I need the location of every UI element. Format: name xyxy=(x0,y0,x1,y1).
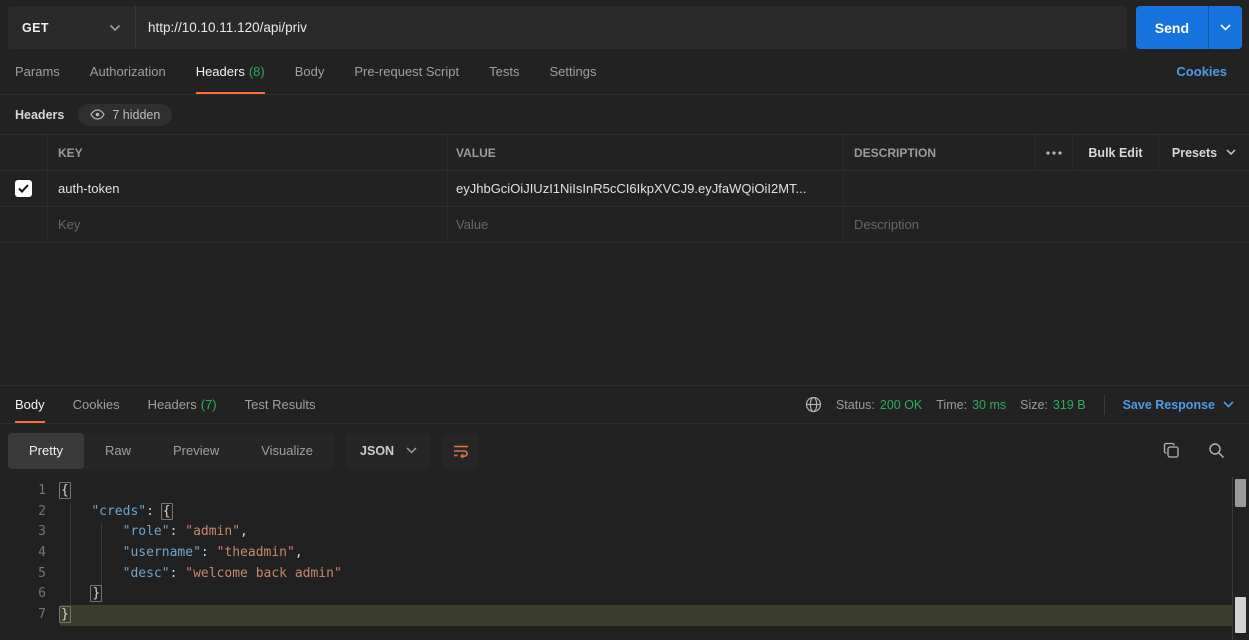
line-number: 5 xyxy=(0,564,60,585)
line-number: 6 xyxy=(0,584,60,605)
format-selector-dropdown[interactable]: JSON xyxy=(346,433,431,469)
method-select[interactable]: GET xyxy=(8,6,136,49)
tab-params[interactable]: Params xyxy=(15,49,60,94)
tab-headers[interactable]: Headers (8) xyxy=(196,49,265,94)
chevron-down-icon xyxy=(1226,149,1236,156)
send-split-button: Send xyxy=(1136,6,1242,49)
save-response-dropdown[interactable]: Save Response xyxy=(1123,398,1234,412)
row-checkbox-cell xyxy=(0,207,47,242)
code-line: 2 "creds": { xyxy=(0,502,1232,523)
response-tools xyxy=(1163,442,1225,459)
line-number: 1 xyxy=(0,481,60,502)
copy-icon[interactable] xyxy=(1163,442,1180,459)
line-number: 2 xyxy=(0,502,60,523)
header-row-empty: Key Value Description xyxy=(0,207,1249,243)
scrollbar-thumb[interactable] xyxy=(1235,479,1246,507)
key-column-header: KEY xyxy=(47,135,447,170)
bulk-edit-button[interactable]: Bulk Edit xyxy=(1072,135,1158,170)
time-pair: Time: 30 ms xyxy=(936,398,1006,412)
tab-tests[interactable]: Tests xyxy=(489,49,519,94)
line-number: 3 xyxy=(0,522,60,543)
response-tab-body[interactable]: Body xyxy=(15,386,45,423)
row-checkbox-checked[interactable] xyxy=(15,180,32,197)
url-input[interactable]: http://10.10.11.120/api/priv xyxy=(136,6,1127,49)
send-button[interactable]: Send xyxy=(1136,6,1208,49)
new-description-input[interactable]: Description xyxy=(843,207,1249,242)
more-actions-button[interactable] xyxy=(1035,135,1072,170)
method-label: GET xyxy=(22,21,49,35)
status-pair: Status: 200 OK xyxy=(836,398,922,412)
globe-icon[interactable] xyxy=(805,396,822,413)
response-tab-test-results[interactable]: Test Results xyxy=(245,386,316,423)
chevron-down-icon xyxy=(1223,401,1234,408)
header-key-cell[interactable]: auth-token xyxy=(47,171,447,206)
headers-subbar: Headers 7 hidden xyxy=(0,95,1249,134)
send-options-button[interactable] xyxy=(1208,6,1242,49)
chevron-down-icon xyxy=(406,447,417,454)
line-number: 7 xyxy=(0,605,60,626)
cookies-link[interactable]: Cookies xyxy=(1176,49,1227,94)
header-description-cell[interactable] xyxy=(843,171,1249,206)
spacer xyxy=(343,386,805,423)
response-topbar: Body Cookies Headers (7) Test Results St… xyxy=(0,385,1249,424)
request-editor-blank-area xyxy=(0,243,1249,385)
hidden-headers-toggle[interactable]: 7 hidden xyxy=(78,104,172,126)
description-column-header: DESCRIPTION xyxy=(843,135,1035,170)
time-badge: 30 ms xyxy=(972,398,1006,412)
divider xyxy=(1104,395,1105,415)
search-icon[interactable] xyxy=(1208,442,1225,459)
row-checkbox-cell xyxy=(0,171,47,206)
scrollbar-thumb[interactable] xyxy=(1235,597,1246,633)
view-tab-raw[interactable]: Raw xyxy=(84,433,152,469)
view-tab-preview[interactable]: Preview xyxy=(152,433,240,469)
checkbox-column-header xyxy=(0,135,47,170)
chevron-down-icon xyxy=(109,24,121,32)
code-line: 4 "username": "theadmin", xyxy=(0,543,1232,564)
code-line: 5 "desc": "welcome back admin" xyxy=(0,564,1232,585)
view-tab-pretty[interactable]: Pretty xyxy=(8,433,84,469)
response-view-toolbar: Pretty Raw Preview Visualize JSON xyxy=(0,424,1249,477)
code-line: 7} xyxy=(0,605,1232,626)
spacer xyxy=(626,49,1176,94)
wrap-lines-button[interactable] xyxy=(443,433,479,469)
response-headers-count-badge: (7) xyxy=(201,397,217,412)
response-tab-cookies[interactable]: Cookies xyxy=(73,386,120,423)
code-line: 3 "role": "admin", xyxy=(0,522,1232,543)
response-body-viewer: 1{2 "creds": {3 "role": "admin",4 "usern… xyxy=(0,477,1249,640)
new-key-input[interactable]: Key xyxy=(47,207,447,242)
line-number: 4 xyxy=(0,543,60,564)
eye-icon xyxy=(90,109,105,120)
view-tab-visualize[interactable]: Visualize xyxy=(240,433,334,469)
header-value-cell[interactable]: eyJhbGciOiJIUzI1NiIsInR5cCI6IkpXVCJ9.eyJ… xyxy=(447,171,843,206)
size-pair: Size: 319 B xyxy=(1020,398,1085,412)
size-badge: 319 B xyxy=(1053,398,1086,412)
status-badge: 200 OK xyxy=(880,398,922,412)
code-line: 6 } xyxy=(0,584,1232,605)
headers-table-header: KEY VALUE DESCRIPTION Bulk Edit Presets xyxy=(0,134,1249,171)
new-value-input[interactable]: Value xyxy=(447,207,843,242)
tab-body[interactable]: Body xyxy=(295,49,325,94)
url-box: GET http://10.10.11.120/api/priv xyxy=(8,6,1127,49)
value-column-header: VALUE xyxy=(447,135,843,170)
code-scrollbar xyxy=(1232,477,1249,640)
view-mode-group: Pretty Raw Preview Visualize xyxy=(8,433,334,469)
tab-authorization[interactable]: Authorization xyxy=(90,49,166,94)
request-bar: GET http://10.10.11.120/api/priv Send xyxy=(8,6,1242,49)
wrap-lines-icon xyxy=(452,444,470,458)
hidden-headers-label: 7 hidden xyxy=(112,108,160,122)
headers-section-title: Headers xyxy=(15,108,64,122)
tab-settings[interactable]: Settings xyxy=(549,49,596,94)
response-meta: Status: 200 OK Time: 30 ms Size: 319 B S… xyxy=(805,386,1234,423)
code-lines: 1{2 "creds": {3 "role": "admin",4 "usern… xyxy=(0,481,1232,626)
headers-count-badge: (8) xyxy=(249,64,265,79)
header-row-auth-token: auth-token eyJhbGciOiJIUzI1NiIsInR5cCI6I… xyxy=(0,171,1249,207)
presets-dropdown[interactable]: Presets xyxy=(1158,135,1249,170)
code-line: 1{ xyxy=(0,481,1232,502)
chevron-down-icon xyxy=(1220,24,1231,31)
request-tabs: Params Authorization Headers (8) Body Pr… xyxy=(0,49,1249,95)
tab-pre-request-script[interactable]: Pre-request Script xyxy=(354,49,459,94)
postman-request-view: GET http://10.10.11.120/api/priv Send Pa… xyxy=(0,0,1249,640)
response-tab-headers[interactable]: Headers (7) xyxy=(148,386,217,423)
